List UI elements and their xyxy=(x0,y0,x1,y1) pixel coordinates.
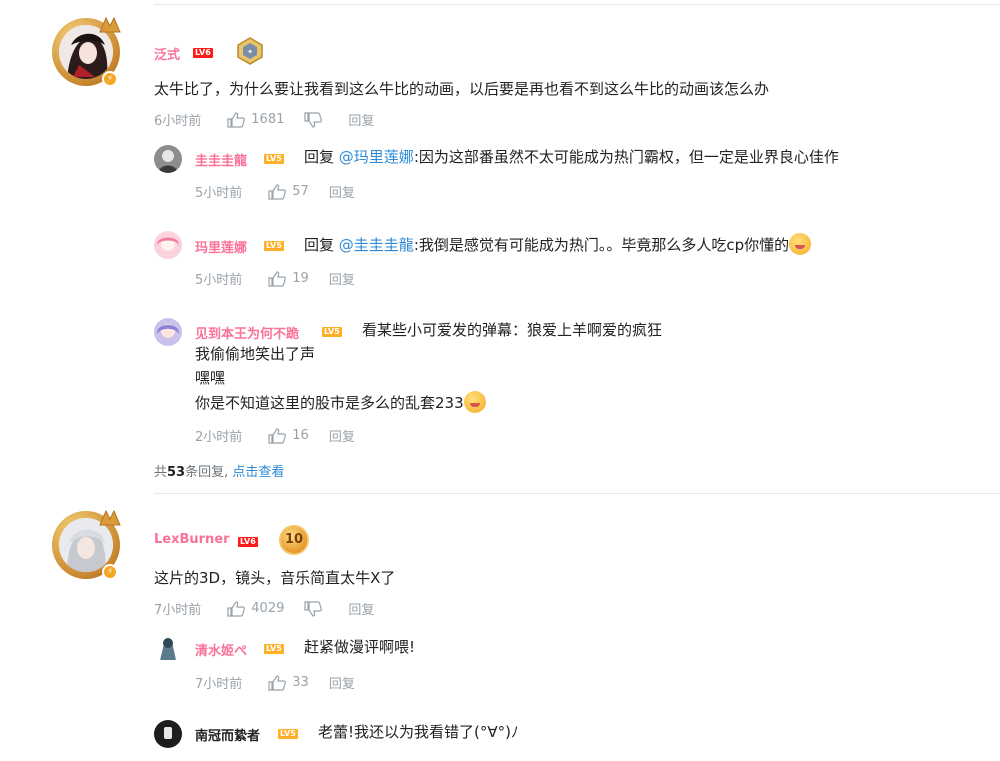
reply-button[interactable]: 回复 xyxy=(329,269,355,288)
comment-meta: 6小时前 1681 回复 xyxy=(154,110,374,129)
reply-button[interactable]: 回复 xyxy=(329,426,355,445)
like-count: 1681 xyxy=(251,112,285,127)
medal-icon: 10 xyxy=(279,525,309,555)
like-count: 57 xyxy=(292,184,309,199)
verified-badge-icon: ⚡ xyxy=(102,564,118,580)
reply-meta: 5小时前 57 回复 xyxy=(195,182,355,201)
username[interactable]: 南冠而絷者 xyxy=(195,725,260,744)
level-badge: LV5 xyxy=(264,644,284,654)
reply-prefix: 回复 xyxy=(304,148,335,166)
like-button[interactable]: 19 xyxy=(268,270,309,287)
divider xyxy=(154,4,1000,5)
like-count: 19 xyxy=(292,271,309,286)
username[interactable]: LexBurner xyxy=(154,532,230,547)
avatar[interactable] xyxy=(154,318,182,346)
avatar[interactable]: ⚡ xyxy=(50,509,126,585)
avatar[interactable] xyxy=(154,231,182,259)
reply-meta: 2小时前 16 回复 xyxy=(195,426,355,445)
level-badge: LV6 xyxy=(238,537,258,547)
comment-text: 太牛比了，为什么要让我看到这么牛比的动画，以后要是再也看不到这么牛比的动画该怎么… xyxy=(154,80,770,98)
reply-text-line: 看某些小可爱发的弹幕：狼爱上羊啊爱的疯狂 xyxy=(362,321,663,339)
mention-link[interactable]: @玛里莲娜 xyxy=(339,148,414,166)
mention-link[interactable]: @圭圭圭龍 xyxy=(339,236,414,254)
username[interactable]: 泛式 xyxy=(154,44,180,63)
reply-content: :因为这部番虽然不太可能成为热门霸权，但一定是业界良心佳作 xyxy=(413,148,839,166)
medal-label: 10 xyxy=(284,532,304,547)
like-count: 16 xyxy=(292,428,309,443)
reply-text-line: 我偷偷地笑出了声 xyxy=(195,345,316,363)
timestamp: 5小时前 xyxy=(195,186,243,201)
like-button[interactable]: 16 xyxy=(268,427,309,444)
svg-text:✦: ✦ xyxy=(247,48,253,56)
thumbs-up-icon xyxy=(268,674,287,691)
reply-button[interactable]: 回复 xyxy=(329,182,355,201)
reply-button[interactable]: 回复 xyxy=(348,110,374,129)
username[interactable]: 玛里莲娜 xyxy=(195,237,247,256)
username[interactable]: 圭圭圭龍 xyxy=(195,150,247,169)
reply-text-line: 嘿嘿 xyxy=(195,369,226,387)
timestamp: 2小时前 xyxy=(195,430,243,445)
level-badge: LV5 xyxy=(264,154,284,164)
level-badge: LV5 xyxy=(264,241,284,251)
dislike-button[interactable] xyxy=(304,111,323,128)
avatar[interactable]: ⚡ xyxy=(50,16,126,92)
level-badge: LV5 xyxy=(278,729,298,739)
reply-count: 53 xyxy=(167,465,186,480)
timestamp: 5小时前 xyxy=(195,273,243,288)
timestamp: 7小时前 xyxy=(195,677,243,692)
reply-prefix: 回复 xyxy=(304,236,335,254)
username[interactable]: 见到本王为何不跪 xyxy=(195,323,299,342)
reply-button[interactable]: 回复 xyxy=(329,673,355,692)
reply-summary: 共53条回复, 点击查看 xyxy=(154,461,284,480)
comment-text: 这片的3D，镜头，音乐简直太牛X了 xyxy=(154,569,396,587)
reply-text: 赶紧做漫评啊喂! xyxy=(304,638,416,656)
avatar[interactable] xyxy=(154,720,182,748)
verified-badge-icon: ⚡ xyxy=(102,71,118,87)
reply-text: 老蕾!我还以为我看错了(°∀°)ﾉ xyxy=(318,723,519,741)
like-button[interactable]: 33 xyxy=(268,674,309,691)
thumbs-down-icon xyxy=(304,111,323,128)
view-all-replies-link[interactable]: 点击查看 xyxy=(232,465,284,480)
avatar[interactable] xyxy=(154,145,182,173)
thumbs-up-icon xyxy=(227,111,246,128)
thumbs-up-icon xyxy=(268,270,287,287)
thumbs-up-icon xyxy=(268,183,287,200)
level-badge: LV6 xyxy=(193,48,213,58)
reply-text: 回复 @圭圭圭龍:我倒是感觉有可能成为热门。。毕竟那么多人吃cp你懂的 xyxy=(304,233,812,256)
level-badge: LV5 xyxy=(322,327,342,337)
avatar[interactable] xyxy=(154,634,182,662)
timestamp: 6小时前 xyxy=(154,114,202,129)
medal-icon: ✦ xyxy=(237,37,263,65)
reply-button[interactable]: 回复 xyxy=(348,599,374,618)
thumbs-up-icon xyxy=(268,427,287,444)
like-button[interactable]: 4029 xyxy=(227,600,285,617)
reply-text-line: 你是不知道这里的股市是多么的乱套233 xyxy=(195,391,486,414)
like-count: 33 xyxy=(292,675,309,690)
like-button[interactable]: 57 xyxy=(268,183,309,200)
emoji-icon xyxy=(463,391,486,413)
reply-meta: 5小时前 19 回复 xyxy=(195,269,355,288)
dislike-button[interactable] xyxy=(304,600,323,617)
reply-content: :我倒是感觉有可能成为热门。。毕竟那么多人吃cp你懂的 xyxy=(413,236,790,254)
summary-prefix: 共 xyxy=(154,465,168,480)
summary-suffix: 条回复, xyxy=(185,465,229,480)
comment-meta: 7小时前 4029 回复 xyxy=(154,599,374,618)
thumbs-down-icon xyxy=(304,600,323,617)
reply-content: 你是不知道这里的股市是多么的乱套233 xyxy=(195,394,464,412)
username[interactable]: 清水姬ぺ xyxy=(195,640,247,659)
reply-meta: 7小时前 33 回复 xyxy=(195,673,355,692)
like-button[interactable]: 1681 xyxy=(227,111,285,128)
emoji-icon xyxy=(789,233,812,255)
avatar-frame-crest-icon xyxy=(99,16,121,33)
divider xyxy=(154,493,1000,494)
thumbs-up-icon xyxy=(227,600,246,617)
like-count: 4029 xyxy=(251,601,285,616)
timestamp: 7小时前 xyxy=(154,603,202,618)
avatar-frame-crest-icon xyxy=(99,509,121,526)
reply-text: 回复 @玛里莲娜:因为这部番虽然不太可能成为热门霸权，但一定是业界良心佳作 xyxy=(304,146,839,168)
